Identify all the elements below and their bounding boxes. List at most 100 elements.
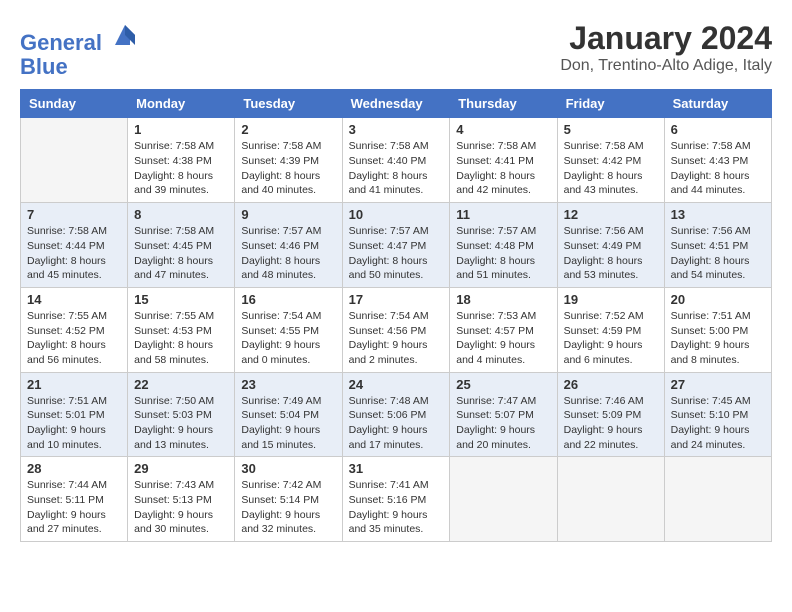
day-info: Sunrise: 7:46 AMSunset: 5:09 PMDaylight:… bbox=[564, 394, 658, 453]
logo-general: General bbox=[20, 30, 102, 55]
day-info: Sunrise: 7:45 AMSunset: 5:10 PMDaylight:… bbox=[671, 394, 765, 453]
day-info: Sunrise: 7:58 AMSunset: 4:42 PMDaylight:… bbox=[564, 139, 658, 198]
day-number: 14 bbox=[27, 292, 121, 307]
calendar-cell: 2 Sunrise: 7:58 AMSunset: 4:39 PMDaylight… bbox=[235, 118, 342, 203]
day-info: Sunrise: 7:57 AMSunset: 4:48 PMDaylight:… bbox=[456, 224, 550, 283]
day-info: Sunrise: 7:57 AMSunset: 4:46 PMDaylight:… bbox=[241, 224, 335, 283]
day-number: 15 bbox=[134, 292, 228, 307]
calendar-cell bbox=[450, 457, 557, 542]
day-info: Sunrise: 7:56 AMSunset: 4:49 PMDaylight:… bbox=[564, 224, 658, 283]
calendar-cell: 20 Sunrise: 7:51 AMSunset: 5:00 PMDayligh… bbox=[664, 287, 771, 372]
day-info: Sunrise: 7:43 AMSunset: 5:13 PMDaylight:… bbox=[134, 478, 228, 537]
day-number: 6 bbox=[671, 122, 765, 137]
calendar-cell: 15 Sunrise: 7:55 AMSunset: 4:53 PMDayligh… bbox=[128, 287, 235, 372]
day-info: Sunrise: 7:58 AMSunset: 4:41 PMDaylight:… bbox=[456, 139, 550, 198]
calendar-cell bbox=[664, 457, 771, 542]
week-row-3: 14 Sunrise: 7:55 AMSunset: 4:52 PMDayligh… bbox=[21, 287, 772, 372]
day-info: Sunrise: 7:56 AMSunset: 4:51 PMDaylight:… bbox=[671, 224, 765, 283]
day-info: Sunrise: 7:51 AMSunset: 5:01 PMDaylight:… bbox=[27, 394, 121, 453]
day-number: 8 bbox=[134, 207, 228, 222]
calendar-cell: 16 Sunrise: 7:54 AMSunset: 4:55 PMDayligh… bbox=[235, 287, 342, 372]
day-number: 9 bbox=[241, 207, 335, 222]
day-header-wednesday: Wednesday bbox=[342, 90, 450, 118]
week-row-2: 7 Sunrise: 7:58 AMSunset: 4:44 PMDaylight… bbox=[21, 203, 772, 288]
day-number: 4 bbox=[456, 122, 550, 137]
calendar-cell: 14 Sunrise: 7:55 AMSunset: 4:52 PMDayligh… bbox=[21, 287, 128, 372]
calendar-cell: 31 Sunrise: 7:41 AMSunset: 5:16 PMDayligh… bbox=[342, 457, 450, 542]
calendar-cell: 1 Sunrise: 7:58 AMSunset: 4:38 PMDaylight… bbox=[128, 118, 235, 203]
day-number: 7 bbox=[27, 207, 121, 222]
calendar-cell: 25 Sunrise: 7:47 AMSunset: 5:07 PMDayligh… bbox=[450, 372, 557, 457]
day-number: 20 bbox=[671, 292, 765, 307]
calendar-cell: 12Sunrise: 7:56 AMSunset: 4:49 PMDayligh… bbox=[557, 203, 664, 288]
day-number: 30 bbox=[241, 461, 335, 476]
week-row-5: 28 Sunrise: 7:44 AMSunset: 5:11 PMDayligh… bbox=[21, 457, 772, 542]
day-info: Sunrise: 7:50 AMSunset: 5:03 PMDaylight:… bbox=[134, 394, 228, 453]
day-number: 16 bbox=[241, 292, 335, 307]
day-info: Sunrise: 7:41 AMSunset: 5:16 PMDaylight:… bbox=[349, 478, 444, 537]
calendar-cell: 19 Sunrise: 7:52 AMSunset: 4:59 PMDayligh… bbox=[557, 287, 664, 372]
day-header-tuesday: Tuesday bbox=[235, 90, 342, 118]
day-header-friday: Friday bbox=[557, 90, 664, 118]
calendar-cell: 29 Sunrise: 7:43 AMSunset: 5:13 PMDayligh… bbox=[128, 457, 235, 542]
day-info: Sunrise: 7:52 AMSunset: 4:59 PMDaylight:… bbox=[564, 309, 658, 368]
day-number: 13 bbox=[671, 207, 765, 222]
day-info: Sunrise: 7:53 AMSunset: 4:57 PMDaylight:… bbox=[456, 309, 550, 368]
calendar-cell: 27 Sunrise: 7:45 AMSunset: 5:10 PMDayligh… bbox=[664, 372, 771, 457]
location: Don, Trentino-Alto Adige, Italy bbox=[560, 57, 772, 75]
day-number: 27 bbox=[671, 377, 765, 392]
calendar-cell: 8 Sunrise: 7:58 AMSunset: 4:45 PMDaylight… bbox=[128, 203, 235, 288]
calendar-cell: 18 Sunrise: 7:53 AMSunset: 4:57 PMDayligh… bbox=[450, 287, 557, 372]
day-number: 28 bbox=[27, 461, 121, 476]
calendar-cell: 7 Sunrise: 7:58 AMSunset: 4:44 PMDaylight… bbox=[21, 203, 128, 288]
day-header-sunday: Sunday bbox=[21, 90, 128, 118]
calendar-cell: 24 Sunrise: 7:48 AMSunset: 5:06 PMDayligh… bbox=[342, 372, 450, 457]
calendar-cell: 4 Sunrise: 7:58 AMSunset: 4:41 PMDaylight… bbox=[450, 118, 557, 203]
calendar-cell: 9 Sunrise: 7:57 AMSunset: 4:46 PMDaylight… bbox=[235, 203, 342, 288]
day-header-monday: Monday bbox=[128, 90, 235, 118]
calendar-cell: 10 Sunrise: 7:57 AMSunset: 4:47 PMDayligh… bbox=[342, 203, 450, 288]
calendar-cell: 28 Sunrise: 7:44 AMSunset: 5:11 PMDayligh… bbox=[21, 457, 128, 542]
day-number: 29 bbox=[134, 461, 228, 476]
calendar-cell: 21Sunrise: 7:51 AMSunset: 5:01 PMDayligh… bbox=[21, 372, 128, 457]
calendar-cell: 26 Sunrise: 7:46 AMSunset: 5:09 PMDayligh… bbox=[557, 372, 664, 457]
day-number: 1 bbox=[134, 122, 228, 137]
day-info: Sunrise: 7:47 AMSunset: 5:07 PMDaylight:… bbox=[456, 394, 550, 453]
day-info: Sunrise: 7:58 AMSunset: 4:45 PMDaylight:… bbox=[134, 224, 228, 283]
day-number: 25 bbox=[456, 377, 550, 392]
title-block: January 2024 Don, Trentino-Alto Adige, I… bbox=[560, 20, 772, 75]
day-number: 31 bbox=[349, 461, 444, 476]
day-info: Sunrise: 7:51 AMSunset: 5:00 PMDaylight:… bbox=[671, 309, 765, 368]
day-info: Sunrise: 7:55 AMSunset: 4:52 PMDaylight:… bbox=[27, 309, 121, 368]
day-number: 22 bbox=[134, 377, 228, 392]
week-row-4: 21Sunrise: 7:51 AMSunset: 5:01 PMDayligh… bbox=[21, 372, 772, 457]
month-title: January 2024 bbox=[560, 20, 772, 57]
day-number: 19 bbox=[564, 292, 658, 307]
calendar-cell: 17Sunrise: 7:54 AMSunset: 4:56 PMDayligh… bbox=[342, 287, 450, 372]
logo-icon bbox=[110, 20, 140, 50]
day-info: Sunrise: 7:58 AMSunset: 4:40 PMDaylight:… bbox=[349, 139, 444, 198]
day-number: 3 bbox=[349, 122, 444, 137]
day-info: Sunrise: 7:44 AMSunset: 5:11 PMDaylight:… bbox=[27, 478, 121, 537]
day-info: Sunrise: 7:58 AMSunset: 4:44 PMDaylight:… bbox=[27, 224, 121, 283]
day-number: 2 bbox=[241, 122, 335, 137]
day-info: Sunrise: 7:42 AMSunset: 5:14 PMDaylight:… bbox=[241, 478, 335, 537]
day-number: 5 bbox=[564, 122, 658, 137]
day-info: Sunrise: 7:55 AMSunset: 4:53 PMDaylight:… bbox=[134, 309, 228, 368]
day-number: 24 bbox=[349, 377, 444, 392]
header-row: SundayMondayTuesdayWednesdayThursdayFrid… bbox=[21, 90, 772, 118]
day-info: Sunrise: 7:48 AMSunset: 5:06 PMDaylight:… bbox=[349, 394, 444, 453]
day-info: Sunrise: 7:58 AMSunset: 4:38 PMDaylight:… bbox=[134, 139, 228, 198]
calendar-cell: 11 Sunrise: 7:57 AMSunset: 4:48 PMDayligh… bbox=[450, 203, 557, 288]
day-number: 18 bbox=[456, 292, 550, 307]
day-number: 10 bbox=[349, 207, 444, 222]
day-info: Sunrise: 7:57 AMSunset: 4:47 PMDaylight:… bbox=[349, 224, 444, 283]
calendar-cell bbox=[21, 118, 128, 203]
day-info: Sunrise: 7:54 AMSunset: 4:56 PMDaylight:… bbox=[349, 309, 444, 368]
day-number: 26 bbox=[564, 377, 658, 392]
day-info: Sunrise: 7:54 AMSunset: 4:55 PMDaylight:… bbox=[241, 309, 335, 368]
calendar-cell: 5 Sunrise: 7:58 AMSunset: 4:42 PMDaylight… bbox=[557, 118, 664, 203]
day-number: 11 bbox=[456, 207, 550, 222]
day-header-saturday: Saturday bbox=[664, 90, 771, 118]
day-info: Sunrise: 7:58 AMSunset: 4:39 PMDaylight:… bbox=[241, 139, 335, 198]
